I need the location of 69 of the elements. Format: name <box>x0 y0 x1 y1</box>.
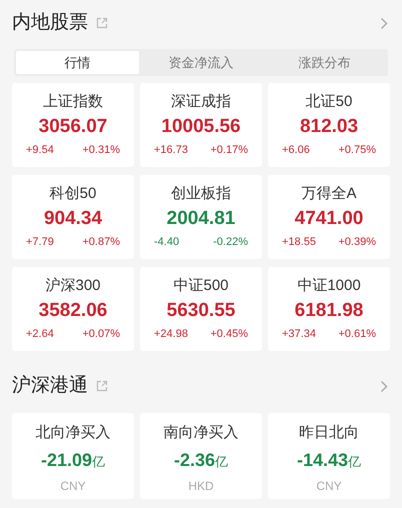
index-name: 深证成指 <box>171 92 231 112</box>
tab[interactable]: 行情 <box>16 51 140 74</box>
unit-label: 亿 <box>348 453 362 471</box>
index-name: 北证50 <box>306 92 352 112</box>
flow-value: -21.09 <box>40 449 92 472</box>
change-percent: +0.17% <box>210 143 248 158</box>
section-title: 内地股票 <box>12 10 88 35</box>
index-price: 812.03 <box>300 115 358 139</box>
index-name: 创业板指 <box>171 184 231 204</box>
index-name: 万得全A <box>301 184 356 204</box>
change-value: +18.55 <box>282 235 316 250</box>
index-card[interactable]: 中证500 5630.55 +24.98 +0.45% <box>140 267 262 351</box>
index-name: 科创50 <box>50 184 96 204</box>
flow-card[interactable]: 北向净买入 -21.09亿 CNY <box>12 413 134 499</box>
currency-label: HKD <box>188 478 214 495</box>
index-price: 4741.00 <box>294 207 364 231</box>
index-card[interactable]: 万得全A 4741.00 +18.55 +0.39% <box>268 175 390 259</box>
change-value: +37.34 <box>282 327 316 342</box>
index-price: 5630.55 <box>166 299 236 323</box>
flow-label: 南向净买入 <box>164 423 238 443</box>
flow-card[interactable]: 昨日北向 -14.43亿 CNY <box>268 413 390 499</box>
change-percent: +0.07% <box>82 327 120 342</box>
change-percent: +0.75% <box>338 143 376 158</box>
share-icon[interactable] <box>96 380 108 392</box>
index-name: 中证1000 <box>297 276 361 296</box>
index-price: 3582.06 <box>38 299 108 323</box>
change-percent: +0.61% <box>338 327 376 342</box>
index-card[interactable]: 上证指数 3056.07 +9.54 +0.31% <box>12 83 134 167</box>
share-icon[interactable] <box>96 17 108 29</box>
flow-label: 北向净买入 <box>36 423 110 443</box>
change-percent: +0.31% <box>82 143 120 158</box>
currency-label: CNY <box>316 478 342 495</box>
change-percent: +0.39% <box>338 235 376 250</box>
index-price: 10005.56 <box>161 115 241 139</box>
index-price: 2004.81 <box>166 207 236 231</box>
flow-value: -14.43 <box>296 449 348 472</box>
tab[interactable]: 资金净流入 <box>139 51 263 74</box>
change-value: -4.40 <box>154 235 180 250</box>
index-card[interactable]: 中证1000 6181.98 +37.34 +0.61% <box>268 267 390 351</box>
flow-card[interactable]: 南向净买入 -2.36亿 HKD <box>140 413 262 499</box>
index-card[interactable]: 科创50 904.34 +7.79 +0.87% <box>12 175 134 259</box>
index-name: 沪深300 <box>45 276 101 296</box>
change-value: +16.73 <box>154 143 188 158</box>
unit-label: 亿 <box>92 453 106 471</box>
flow-value: -2.36 <box>174 449 216 472</box>
index-price: 3056.07 <box>38 115 108 139</box>
change-value: +9.54 <box>26 143 54 158</box>
index-card[interactable]: 深证成指 10005.56 +16.73 +0.17% <box>140 83 262 167</box>
change-percent: -0.22% <box>213 235 248 250</box>
chevron-right-icon[interactable] <box>380 16 388 30</box>
index-name: 上证指数 <box>43 92 103 112</box>
change-value: +24.98 <box>154 327 188 342</box>
change-value: +2.64 <box>26 327 54 342</box>
index-card[interactable]: 北证50 812.03 +6.06 +0.75% <box>268 83 390 167</box>
change-percent: +0.45% <box>210 327 248 342</box>
change-value: +6.06 <box>282 143 310 158</box>
flow-label: 昨日北向 <box>299 423 359 443</box>
change-percent: +0.87% <box>82 235 120 250</box>
currency-label: CNY <box>60 478 86 495</box>
index-card[interactable]: 创业板指 2004.81 -4.40 -0.22% <box>140 175 262 259</box>
index-price: 904.34 <box>44 207 102 231</box>
index-name: 中证500 <box>173 276 229 296</box>
index-card[interactable]: 沪深300 3582.06 +2.64 +0.07% <box>12 267 134 351</box>
tab[interactable]: 涨跌分布 <box>262 51 386 74</box>
section-title: 沪深港通 <box>12 374 88 398</box>
index-price: 6181.98 <box>294 299 364 323</box>
unit-label: 亿 <box>215 453 228 471</box>
change-value: +7.79 <box>26 235 54 250</box>
chevron-right-icon[interactable] <box>380 380 388 392</box>
